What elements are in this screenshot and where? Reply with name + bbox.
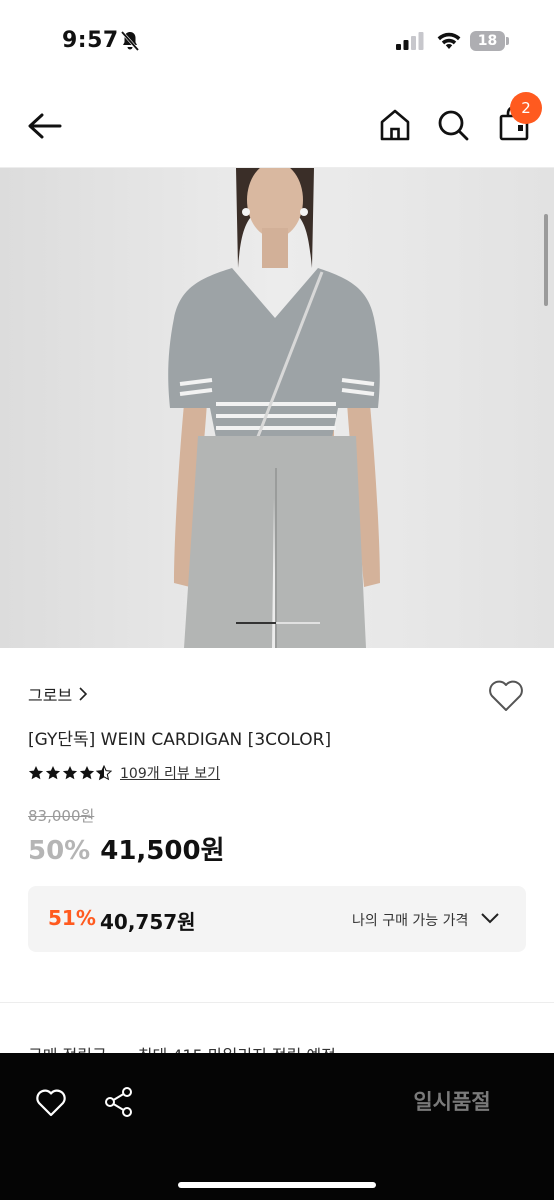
brand-name: 그로브 [28,686,73,705]
home-indicator[interactable] [178,1182,376,1188]
star-icon [62,766,78,780]
my-price-label: 나의 구매 가능 가격 [352,913,469,929]
my-purchase-price: 40,757원 [100,910,196,934]
sale-price: 41,500원 [100,836,225,866]
original-price: 83,000원 [28,807,95,825]
home-icon[interactable] [376,106,414,144]
star-icon [79,766,95,780]
discount-rate: 50% [28,836,91,866]
navigation-bar [0,82,554,168]
chevron-down-icon [481,913,499,924]
search-icon[interactable] [434,106,472,144]
section-divider [0,1002,554,1003]
carousel-indicator-active [236,622,276,624]
bell-off-icon [120,31,140,51]
price-row: 50% 41,500원 [28,830,225,867]
cart-count-badge: 2 [510,92,542,124]
back-arrow-icon[interactable] [24,108,66,144]
status-time: 9:57 [62,28,119,53]
chevron-right-icon [79,687,88,701]
soldout-button[interactable]: 일시품절 [392,1083,512,1123]
my-price-dropdown[interactable]: 51% 40,757원 나의 구매 가능 가격 [28,886,526,952]
half-star-icon [96,765,112,781]
status-bar: 9:57 18 [0,0,554,80]
signal-icon [396,32,424,50]
heart-icon[interactable] [34,1086,68,1118]
battery-indicator: 18 [470,31,510,51]
product-title: [GY단독] WEIN CARDIGAN [3COLOR] [28,730,332,750]
heart-icon[interactable] [486,676,526,714]
my-discount-rate: 51% [48,906,96,930]
star-icon [45,766,61,780]
star-icon [28,766,44,780]
image-scrollbar[interactable] [544,214,548,306]
product-image-carousel[interactable] [0,168,554,648]
product-photo [0,168,554,648]
review-link[interactable]: 109개 리뷰 보기 [120,763,220,783]
battery-cap [506,37,509,45]
battery-level: 18 [470,31,505,51]
share-icon[interactable] [102,1085,136,1119]
star-rating [28,765,112,781]
brand-link[interactable]: 그로브 [28,682,88,706]
bottom-action-bar: 일시품절 [0,1053,554,1200]
wifi-icon [437,32,461,49]
rating-row: 109개 리뷰 보기 [28,763,220,783]
